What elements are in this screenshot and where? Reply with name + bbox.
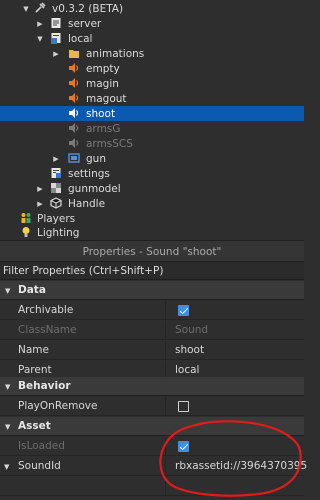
tree-item-label: empty (86, 62, 120, 75)
lighting-icon (22, 227, 30, 237)
category-label: Data (18, 284, 46, 296)
property-archivable: Archivable (0, 301, 304, 320)
property-playonremove: PlayOnRemove (0, 397, 304, 416)
model-icon (51, 183, 61, 193)
isloaded-checkbox (178, 441, 189, 452)
chevron-down-icon[interactable]: ▼ (5, 383, 10, 391)
tree-item-settings[interactable]: settings (0, 166, 304, 181)
properties-panel: Properties - Sound "shoot" Filter Proper… (0, 240, 307, 500)
localscript-icon (51, 33, 61, 44)
properties-title: Properties - Sound "shoot" (0, 240, 304, 262)
chevron-right-icon[interactable]: ▶ (52, 50, 60, 58)
tree-item-label: armsSCS (86, 137, 133, 150)
tree-item-armsg[interactable]: armsG (0, 121, 304, 136)
part-icon (50, 197, 62, 209)
chevron-down-icon[interactable]: ▼ (22, 5, 30, 13)
chevron-right-icon[interactable]: ▶ (36, 20, 44, 28)
tree-item-server[interactable]: ▶ server (0, 16, 304, 31)
tree-item-label: Players (37, 212, 76, 225)
tree-item-armsscs[interactable]: armsSCS (0, 136, 304, 151)
tree-item-label: magin (86, 77, 119, 90)
property-value: Sound (175, 324, 209, 336)
property-next-row (0, 477, 304, 496)
property-name: Name (0, 341, 166, 360)
sound-icon (69, 78, 79, 88)
tree-item-local[interactable]: ▼ local (0, 31, 304, 46)
tree-item-empty[interactable]: empty (0, 61, 304, 76)
folder-icon (69, 50, 79, 58)
tree-item-label: animations (86, 47, 145, 60)
script-icon (51, 18, 61, 28)
property-name: ClassName (0, 321, 166, 340)
sound-icon (69, 63, 79, 73)
property-isloaded: IsLoaded (0, 437, 304, 456)
property-name: IsLoaded (0, 437, 166, 456)
soundid-value-field[interactable]: rbxassetid://3964370395 (167, 457, 307, 476)
property-name: Archivable (0, 301, 166, 320)
tree-item-players[interactable]: Players (0, 211, 304, 226)
chevron-right-icon[interactable]: ▶ (52, 155, 60, 163)
sound-icon (69, 138, 79, 148)
property-name (0, 477, 166, 496)
category-behavior[interactable]: ▼ Behavior (0, 377, 304, 396)
tree-item-label: gun (86, 152, 106, 165)
chevron-down-icon[interactable]: ▼ (5, 287, 10, 295)
modulescript-icon (51, 168, 61, 178)
tree-item-gun[interactable]: ▶ gun (0, 151, 304, 166)
sound-icon (69, 93, 79, 103)
property-name: SoundId (0, 457, 166, 476)
filter-properties-input[interactable]: Filter Properties (Ctrl+Shift+P) (0, 262, 304, 280)
tree-item-animations[interactable]: ▶ animations (0, 46, 304, 61)
tree-item-label: v0.3.2 (BETA) (52, 2, 124, 15)
tree-item-gunmodel[interactable]: ▶ gunmodel (0, 181, 304, 196)
name-value-field[interactable]: shoot (167, 341, 304, 360)
tree-item-lighting[interactable]: Lighting (0, 225, 304, 240)
tool-icon (35, 2, 46, 13)
chevron-right-icon[interactable]: ▶ (36, 185, 44, 193)
screengui-icon (68, 153, 80, 163)
tree-item-label: Handle (68, 197, 106, 210)
sound-icon (69, 123, 79, 133)
chevron-down-icon[interactable]: ▼ (5, 423, 10, 431)
tree-item-label: armsG (86, 122, 121, 135)
tree-item-label: settings (68, 167, 110, 180)
sound-icon (69, 108, 79, 118)
tree-item-label: server (68, 17, 102, 30)
tree-item-label: shoot (86, 107, 116, 120)
tree-item-label: magout (86, 92, 127, 105)
tree-item-label: local (68, 32, 93, 45)
property-soundid: ▼ SoundId rbxassetid://3964370395 (0, 457, 307, 476)
tree-item-label: Lighting (37, 226, 80, 239)
tree-item-label: gunmodel (68, 182, 121, 195)
category-label: Asset (18, 420, 51, 432)
property-name: PlayOnRemove (0, 397, 166, 416)
explorer-panel: ▼ v0.3.2 (BETA) ▶ server ▼ local ▶ anima… (0, 0, 304, 240)
chevron-right-icon[interactable]: ▶ (36, 200, 44, 208)
tree-item-magin[interactable]: magin (0, 76, 304, 91)
tree-item-handle[interactable]: ▶ Handle (0, 196, 304, 211)
chevron-down-icon[interactable]: ▼ (36, 35, 44, 43)
category-label: Behavior (18, 380, 71, 392)
property-name-row: Name shoot (0, 341, 304, 360)
playonremove-checkbox[interactable] (178, 401, 189, 412)
tree-item-shoot[interactable]: shoot (0, 106, 304, 121)
tree-item-magout[interactable]: magout (0, 91, 304, 106)
archivable-checkbox[interactable] (178, 305, 189, 316)
players-icon (21, 213, 31, 223)
category-asset[interactable]: ▼ Asset (0, 417, 304, 436)
tree-item-tool[interactable]: ▼ v0.3.2 (BETA) (0, 1, 304, 16)
category-data[interactable]: ▼ Data (0, 281, 304, 300)
property-classname: ClassName Sound (0, 321, 304, 340)
